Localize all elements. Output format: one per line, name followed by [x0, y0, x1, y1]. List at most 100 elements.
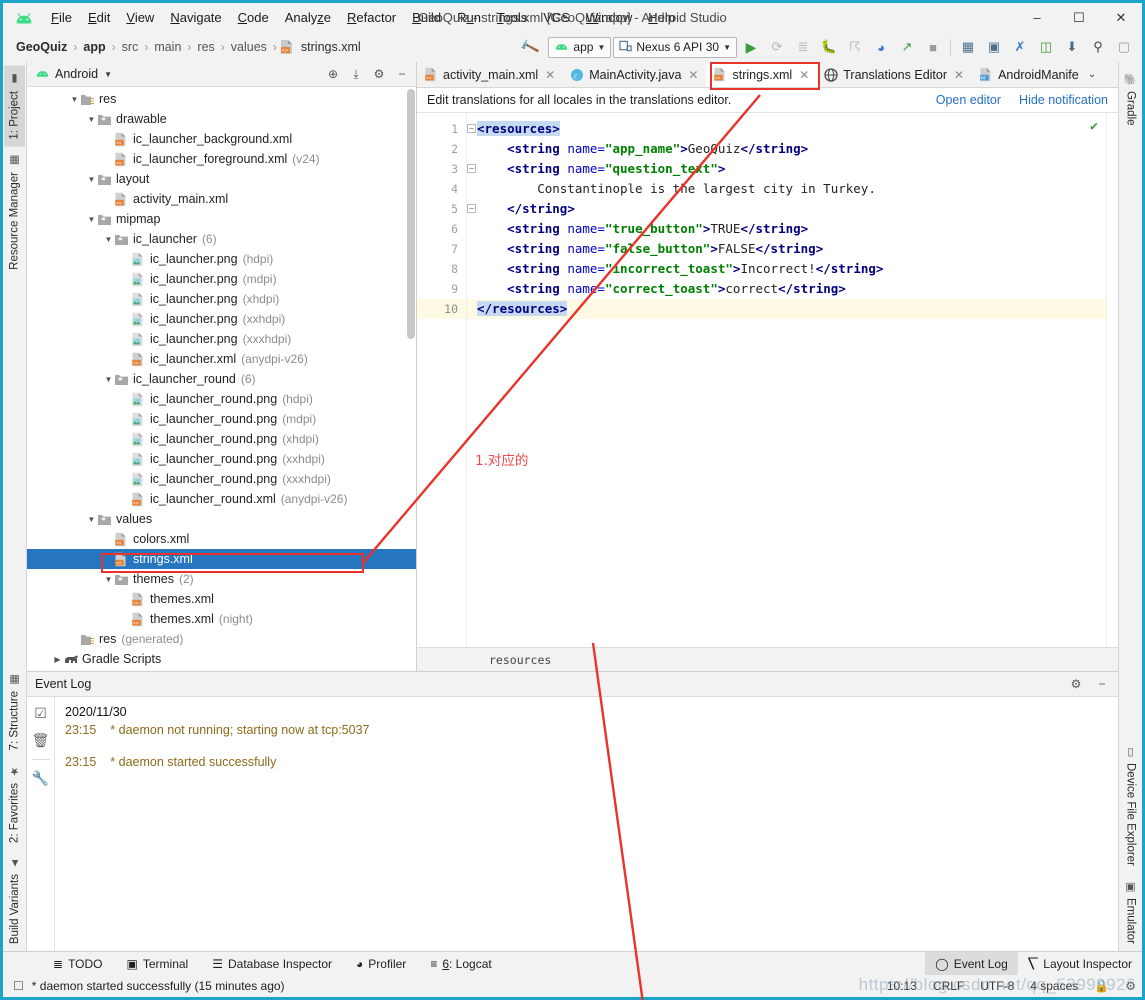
- notification-icon[interactable]: ☐: [13, 979, 24, 993]
- mark-all-read-icon[interactable]: ☑: [34, 705, 47, 722]
- user-profile-icon[interactable]: ▢: [1112, 36, 1136, 58]
- tree-node[interactable]: ic_launcher.png (xxhdpi): [27, 309, 416, 329]
- tree-node[interactable]: ic_launcher_round.png (mdpi): [27, 409, 416, 429]
- chevron-down-icon[interactable]: ▼: [86, 115, 97, 124]
- chevron-down-icon[interactable]: ▼: [69, 95, 80, 104]
- sidebar-item-emulator[interactable]: ▣ Emulator: [1120, 873, 1141, 951]
- menu-navigate[interactable]: Navigate: [162, 8, 229, 27]
- menu-edit[interactable]: Edit: [80, 8, 118, 27]
- sidebar-item-resource-manager[interactable]: Resource Manager ▦: [4, 147, 25, 277]
- tree-node[interactable]: ▼ layout: [27, 169, 416, 189]
- editor-tab[interactable]: <> activity_main.xml ✕: [417, 62, 563, 87]
- menu-help[interactable]: Help: [640, 8, 683, 27]
- avd-manager-icon[interactable]: ▣: [982, 36, 1006, 58]
- chevron-down-icon[interactable]: ▼: [86, 215, 97, 224]
- attach-debugger-icon[interactable]: ☈: [843, 36, 867, 58]
- sidebar-item-project[interactable]: 1: Project ▮: [4, 66, 25, 147]
- tree-node[interactable]: <> ic_launcher_round.xml (anydpi-v26): [27, 489, 416, 509]
- tree-node[interactable]: ic_launcher.png (xhdpi): [27, 289, 416, 309]
- menu-view[interactable]: View: [118, 8, 162, 27]
- tree-node[interactable]: <> themes.xml (night): [27, 609, 416, 629]
- sdk-manager-icon[interactable]: ▦: [956, 36, 980, 58]
- hide-panel-icon[interactable]: −: [392, 64, 412, 84]
- breadcrumb-geoquiz[interactable]: GeoQuiz: [13, 39, 70, 55]
- tool-button-logcat[interactable]: ≡ 6: Logcat: [418, 957, 503, 971]
- editor-tab[interactable]: c MainActivity.java ✕: [563, 62, 706, 87]
- menu-analyze[interactable]: Analyze: [277, 8, 339, 27]
- tree-node[interactable]: ▼ ic_launcher (6): [27, 229, 416, 249]
- breadcrumb-main[interactable]: main: [151, 39, 184, 55]
- menu-refactor[interactable]: Refactor: [339, 8, 404, 27]
- close-icon[interactable]: ✕: [545, 68, 555, 82]
- apply-changes-icon[interactable]: ⟳: [765, 36, 789, 58]
- settings-gear-icon[interactable]: ⚙: [369, 64, 389, 84]
- sidebar-item-structure[interactable]: 7: Structure ▦: [4, 666, 25, 757]
- editor-marker-strip[interactable]: [1106, 113, 1118, 647]
- tree-node[interactable]: ic_launcher.png (hdpi): [27, 249, 416, 269]
- settings-wrench-icon[interactable]: 🔧: [32, 770, 49, 787]
- tree-node[interactable]: ic_launcher.png (mdpi): [27, 269, 416, 289]
- tree-node[interactable]: <> activity_main.xml: [27, 189, 416, 209]
- delete-icon[interactable]: 🗑: [32, 732, 50, 749]
- hammer-icon[interactable]: 🔨: [511, 33, 548, 60]
- run-configuration-selector[interactable]: app ▼: [548, 36, 612, 58]
- tree-node[interactable]: <> ic_launcher_background.xml: [27, 129, 416, 149]
- minimize-button[interactable]: –: [1016, 3, 1058, 32]
- sidebar-item-gradle[interactable]: 🐘 Gradle: [1120, 66, 1141, 133]
- chevron-down-icon[interactable]: ▼: [86, 515, 97, 524]
- tree-node[interactable]: <> ic_launcher.xml (anydpi-v26): [27, 349, 416, 369]
- tool-button-layout-inspector[interactable]: ⎲ Layout Inspector: [1018, 952, 1142, 976]
- menu-file[interactable]: File: [43, 8, 80, 27]
- search-everywhere-icon[interactable]: ⚲: [1086, 36, 1110, 58]
- device-manager-icon[interactable]: ◫: [1034, 36, 1058, 58]
- profiler-icon[interactable]: ◕: [869, 36, 893, 58]
- editor-tab[interactable]: MF AndroidManife ⌄: [972, 62, 1108, 87]
- tree-node[interactable]: ic_launcher_round.png (xxxhdpi): [27, 469, 416, 489]
- tool-button-event-log[interactable]: ◯ Event Log: [925, 951, 1018, 976]
- sidebar-item-device-file-explorer[interactable]: ▯ Device File Explorer: [1120, 738, 1141, 873]
- tree-node[interactable]: <> colors.xml: [27, 529, 416, 549]
- debug-icon[interactable]: 🐛: [817, 36, 841, 58]
- tree-node[interactable]: ▼ res: [27, 89, 416, 109]
- tree-node[interactable]: ▼ mipmap: [27, 209, 416, 229]
- tree-node[interactable]: ic_launcher.png (xxxhdpi): [27, 329, 416, 349]
- run-icon[interactable]: ▶: [739, 36, 763, 58]
- chevron-right-icon[interactable]: ▶: [52, 655, 63, 664]
- stop-icon[interactable]: ■: [921, 36, 945, 58]
- tree-node[interactable]: <> strings.xml: [27, 549, 416, 569]
- run-with-coverage-icon[interactable]: ↗: [895, 36, 919, 58]
- tree-node[interactable]: ic_launcher_round.png (hdpi): [27, 389, 416, 409]
- tree-node[interactable]: ▼ drawable: [27, 109, 416, 129]
- hide-panel-icon[interactable]: −: [1092, 674, 1112, 694]
- chevron-down-icon[interactable]: ▼: [104, 70, 112, 79]
- chevron-down-icon[interactable]: ▼: [86, 175, 97, 184]
- chevron-down-icon[interactable]: ⌄: [1084, 69, 1100, 80]
- editor-tab[interactable]: <> strings.xml ✕: [706, 62, 818, 87]
- close-icon[interactable]: ✕: [799, 68, 809, 82]
- breadcrumb-res[interactable]: res: [194, 39, 217, 55]
- maximize-button[interactable]: ☐: [1058, 3, 1100, 32]
- project-tree[interactable]: ▼ res ▼ drawable <> ic_launcher_background.xm…: [27, 87, 416, 671]
- hide-notification-link[interactable]: Hide notification: [1019, 93, 1108, 107]
- tree-node[interactable]: <> themes.xml: [27, 589, 416, 609]
- close-icon[interactable]: ✕: [954, 68, 964, 82]
- menu-build[interactable]: Build: [404, 8, 449, 27]
- layout-inspector-icon[interactable]: ✗: [1008, 36, 1032, 58]
- sync-project-icon[interactable]: ⬇: [1060, 36, 1084, 58]
- menu-vcs[interactable]: VCS: [535, 8, 578, 27]
- settings-gear-icon[interactable]: ⚙: [1066, 674, 1086, 694]
- tool-button-profiler[interactable]: ◕ Profiler: [344, 957, 418, 971]
- menu-tools[interactable]: Tools: [489, 8, 535, 27]
- tree-node[interactable]: ic_launcher_round.png (xxhdpi): [27, 449, 416, 469]
- menu-window[interactable]: Window: [578, 8, 640, 27]
- breadcrumb-strings-xml[interactable]: strings.xml: [298, 39, 364, 55]
- device-selector[interactable]: Nexus 6 API 30 ▼: [613, 36, 737, 58]
- menu-run[interactable]: Run: [449, 8, 489, 27]
- menu-code[interactable]: Code: [230, 8, 277, 27]
- open-editor-link[interactable]: Open editor: [936, 93, 1001, 107]
- collapse-all-icon[interactable]: ⤓: [346, 64, 366, 84]
- breadcrumb-values[interactable]: values: [228, 39, 270, 55]
- close-button[interactable]: ✕: [1100, 3, 1142, 32]
- code-editor[interactable]: 1− 2 3− 4 5− 6 7 8 9 10− ✔ 1.对应的 <resources> <str…: [417, 113, 1118, 647]
- tree-node[interactable]: <> ic_launcher_foreground.xml (v24): [27, 149, 416, 169]
